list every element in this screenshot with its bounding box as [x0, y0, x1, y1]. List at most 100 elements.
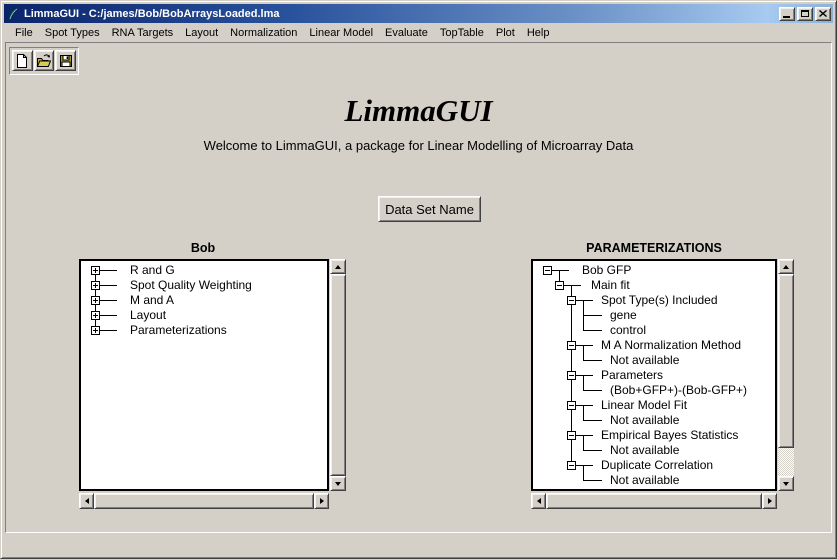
- tree-connector: [559, 270, 560, 278]
- tree-expander-expanded[interactable]: [555, 281, 564, 290]
- tree-item-label[interactable]: Parameterizations: [130, 324, 227, 337]
- tree-row: Parameterizations: [83, 323, 327, 338]
- scroll-left-button[interactable]: [531, 493, 546, 509]
- tree-row: R and G: [83, 263, 327, 278]
- scroll-right-button[interactable]: [314, 493, 329, 509]
- scrollbar-track[interactable]: [94, 493, 314, 509]
- scrollbar-thumb[interactable]: [778, 274, 794, 448]
- tree-item-label[interactable]: control: [610, 324, 646, 337]
- tree-row: Parameters: [535, 368, 775, 383]
- tree-item-label[interactable]: Spot Quality Weighting: [130, 279, 252, 292]
- tree-expander-collapsed[interactable]: [91, 326, 100, 335]
- save-disk-icon: [58, 53, 74, 69]
- minus-glyph: [569, 300, 574, 301]
- tree-item-label[interactable]: Layout: [130, 309, 166, 322]
- tree-connector: [576, 465, 593, 466]
- menu-item-plot[interactable]: Plot: [490, 25, 521, 41]
- tree-connector: [583, 405, 584, 413]
- right-tree-vscrollbar[interactable]: [778, 259, 794, 491]
- menu-item-help[interactable]: Help: [521, 25, 556, 41]
- scrollbar-thumb[interactable]: [94, 493, 314, 509]
- scrollbar-track[interactable]: [330, 274, 346, 476]
- left-tree[interactable]: R and G Spot Quality Weighting M and A Layo…: [79, 259, 329, 491]
- tree-connector: [583, 435, 584, 443]
- tree-expander-collapsed[interactable]: [91, 296, 100, 305]
- tree-item-label[interactable]: M A Normalization Method: [601, 339, 741, 352]
- maximize-button[interactable]: [797, 7, 813, 21]
- right-tree-hscrollbar[interactable]: [531, 493, 777, 509]
- menu-item-layout[interactable]: Layout: [179, 25, 224, 41]
- tree-connector: [100, 330, 117, 331]
- tree-item-label[interactable]: Main fit: [591, 279, 630, 292]
- tree-expander-expanded[interactable]: [543, 266, 552, 275]
- tree-item-label[interactable]: Bob GFP: [582, 264, 631, 277]
- left-tree-title: Bob: [79, 241, 327, 256]
- left-tree-vscrollbar[interactable]: [330, 259, 346, 491]
- save-file-button[interactable]: [55, 50, 76, 71]
- tree-item-label[interactable]: gene: [610, 309, 637, 322]
- menu-item-spot-types[interactable]: Spot Types: [39, 25, 106, 41]
- tree-item-label[interactable]: Parameters: [601, 369, 663, 382]
- scroll-up-button[interactable]: [778, 259, 794, 274]
- tree-connector: [576, 375, 593, 376]
- menu-item-toptable[interactable]: TopTable: [434, 25, 490, 41]
- tree-row: M and A: [83, 293, 327, 308]
- tree-item-label[interactable]: Not available: [610, 354, 679, 367]
- tree-connector: [583, 300, 584, 308]
- tree-item-label[interactable]: Empirical Bayes Statistics: [601, 429, 738, 442]
- tree-expander-expanded[interactable]: [567, 401, 576, 410]
- menu-item-linear-model[interactable]: Linear Model: [303, 25, 379, 41]
- tree-item-label[interactable]: Not available: [610, 414, 679, 427]
- minimize-button[interactable]: [779, 7, 795, 21]
- menu-item-evaluate[interactable]: Evaluate: [379, 25, 434, 41]
- tree-connector: [100, 300, 117, 301]
- tree-expander-expanded[interactable]: [567, 461, 576, 470]
- tree-expander-expanded[interactable]: [567, 296, 576, 305]
- tree-item-label[interactable]: Duplicate Correlation: [601, 459, 713, 472]
- tree-item-label[interactable]: Not available: [610, 474, 679, 487]
- scrollbar-track[interactable]: [778, 274, 794, 476]
- tree-expander-collapsed[interactable]: [91, 311, 100, 320]
- plus-glyph: [95, 268, 96, 273]
- plus-glyph: [95, 298, 96, 303]
- menu-item-normalization[interactable]: Normalization: [224, 25, 303, 41]
- scroll-up-button[interactable]: [330, 259, 346, 274]
- tree-item-label[interactable]: (Bob+GFP+)-(Bob-GFP+): [610, 384, 747, 397]
- scroll-right-button[interactable]: [762, 493, 777, 509]
- tree-expander-expanded[interactable]: [567, 371, 576, 380]
- scrollbar-thumb[interactable]: [546, 493, 762, 509]
- tree-item-label[interactable]: Not available: [610, 444, 679, 457]
- close-button[interactable]: [815, 7, 831, 21]
- scrollbar-thumb[interactable]: [330, 274, 346, 476]
- data-set-name-button[interactable]: Data Set Name: [378, 196, 481, 222]
- scroll-down-button[interactable]: [778, 476, 794, 491]
- tree-item-label[interactable]: R and G: [130, 264, 175, 277]
- tree-connector: [571, 353, 572, 368]
- title-bar[interactable]: LimmaGUI - C:/james/Bob/BobArraysLoaded.…: [4, 4, 833, 23]
- scroll-down-button[interactable]: [330, 476, 346, 491]
- tree-expander-collapsed[interactable]: [91, 266, 100, 275]
- tree-connector: [564, 285, 581, 286]
- tree-row: Not available: [535, 473, 775, 488]
- tree-item-label[interactable]: M and A: [130, 294, 174, 307]
- tree-item-label[interactable]: Spot Type(s) Included: [601, 294, 718, 307]
- open-file-button[interactable]: [34, 50, 55, 71]
- scroll-left-button[interactable]: [79, 493, 94, 509]
- tree-item-label[interactable]: Linear Model Fit: [601, 399, 687, 412]
- arrow-left-icon: [85, 498, 89, 504]
- scrollbar-track[interactable]: [546, 493, 762, 509]
- tree-expander-collapsed[interactable]: [91, 281, 100, 290]
- maximize-icon: [801, 10, 809, 17]
- new-file-button[interactable]: [12, 50, 33, 71]
- arrow-up-icon: [335, 265, 341, 269]
- tree-row: Main fit: [535, 278, 775, 293]
- right-tree[interactable]: Bob GFP Main fit Spot Type(s) Included gene…: [531, 259, 777, 491]
- tree-expander-expanded[interactable]: [567, 431, 576, 440]
- tree-connector: [583, 345, 584, 353]
- tree-row: (Bob+GFP+)-(Bob-GFP+): [535, 383, 775, 398]
- menu-item-file[interactable]: File: [9, 25, 39, 41]
- tree-row: Not available: [535, 443, 775, 458]
- menu-item-rna-targets[interactable]: RNA Targets: [106, 25, 180, 41]
- left-tree-hscrollbar[interactable]: [79, 493, 329, 509]
- tree-expander-expanded[interactable]: [567, 341, 576, 350]
